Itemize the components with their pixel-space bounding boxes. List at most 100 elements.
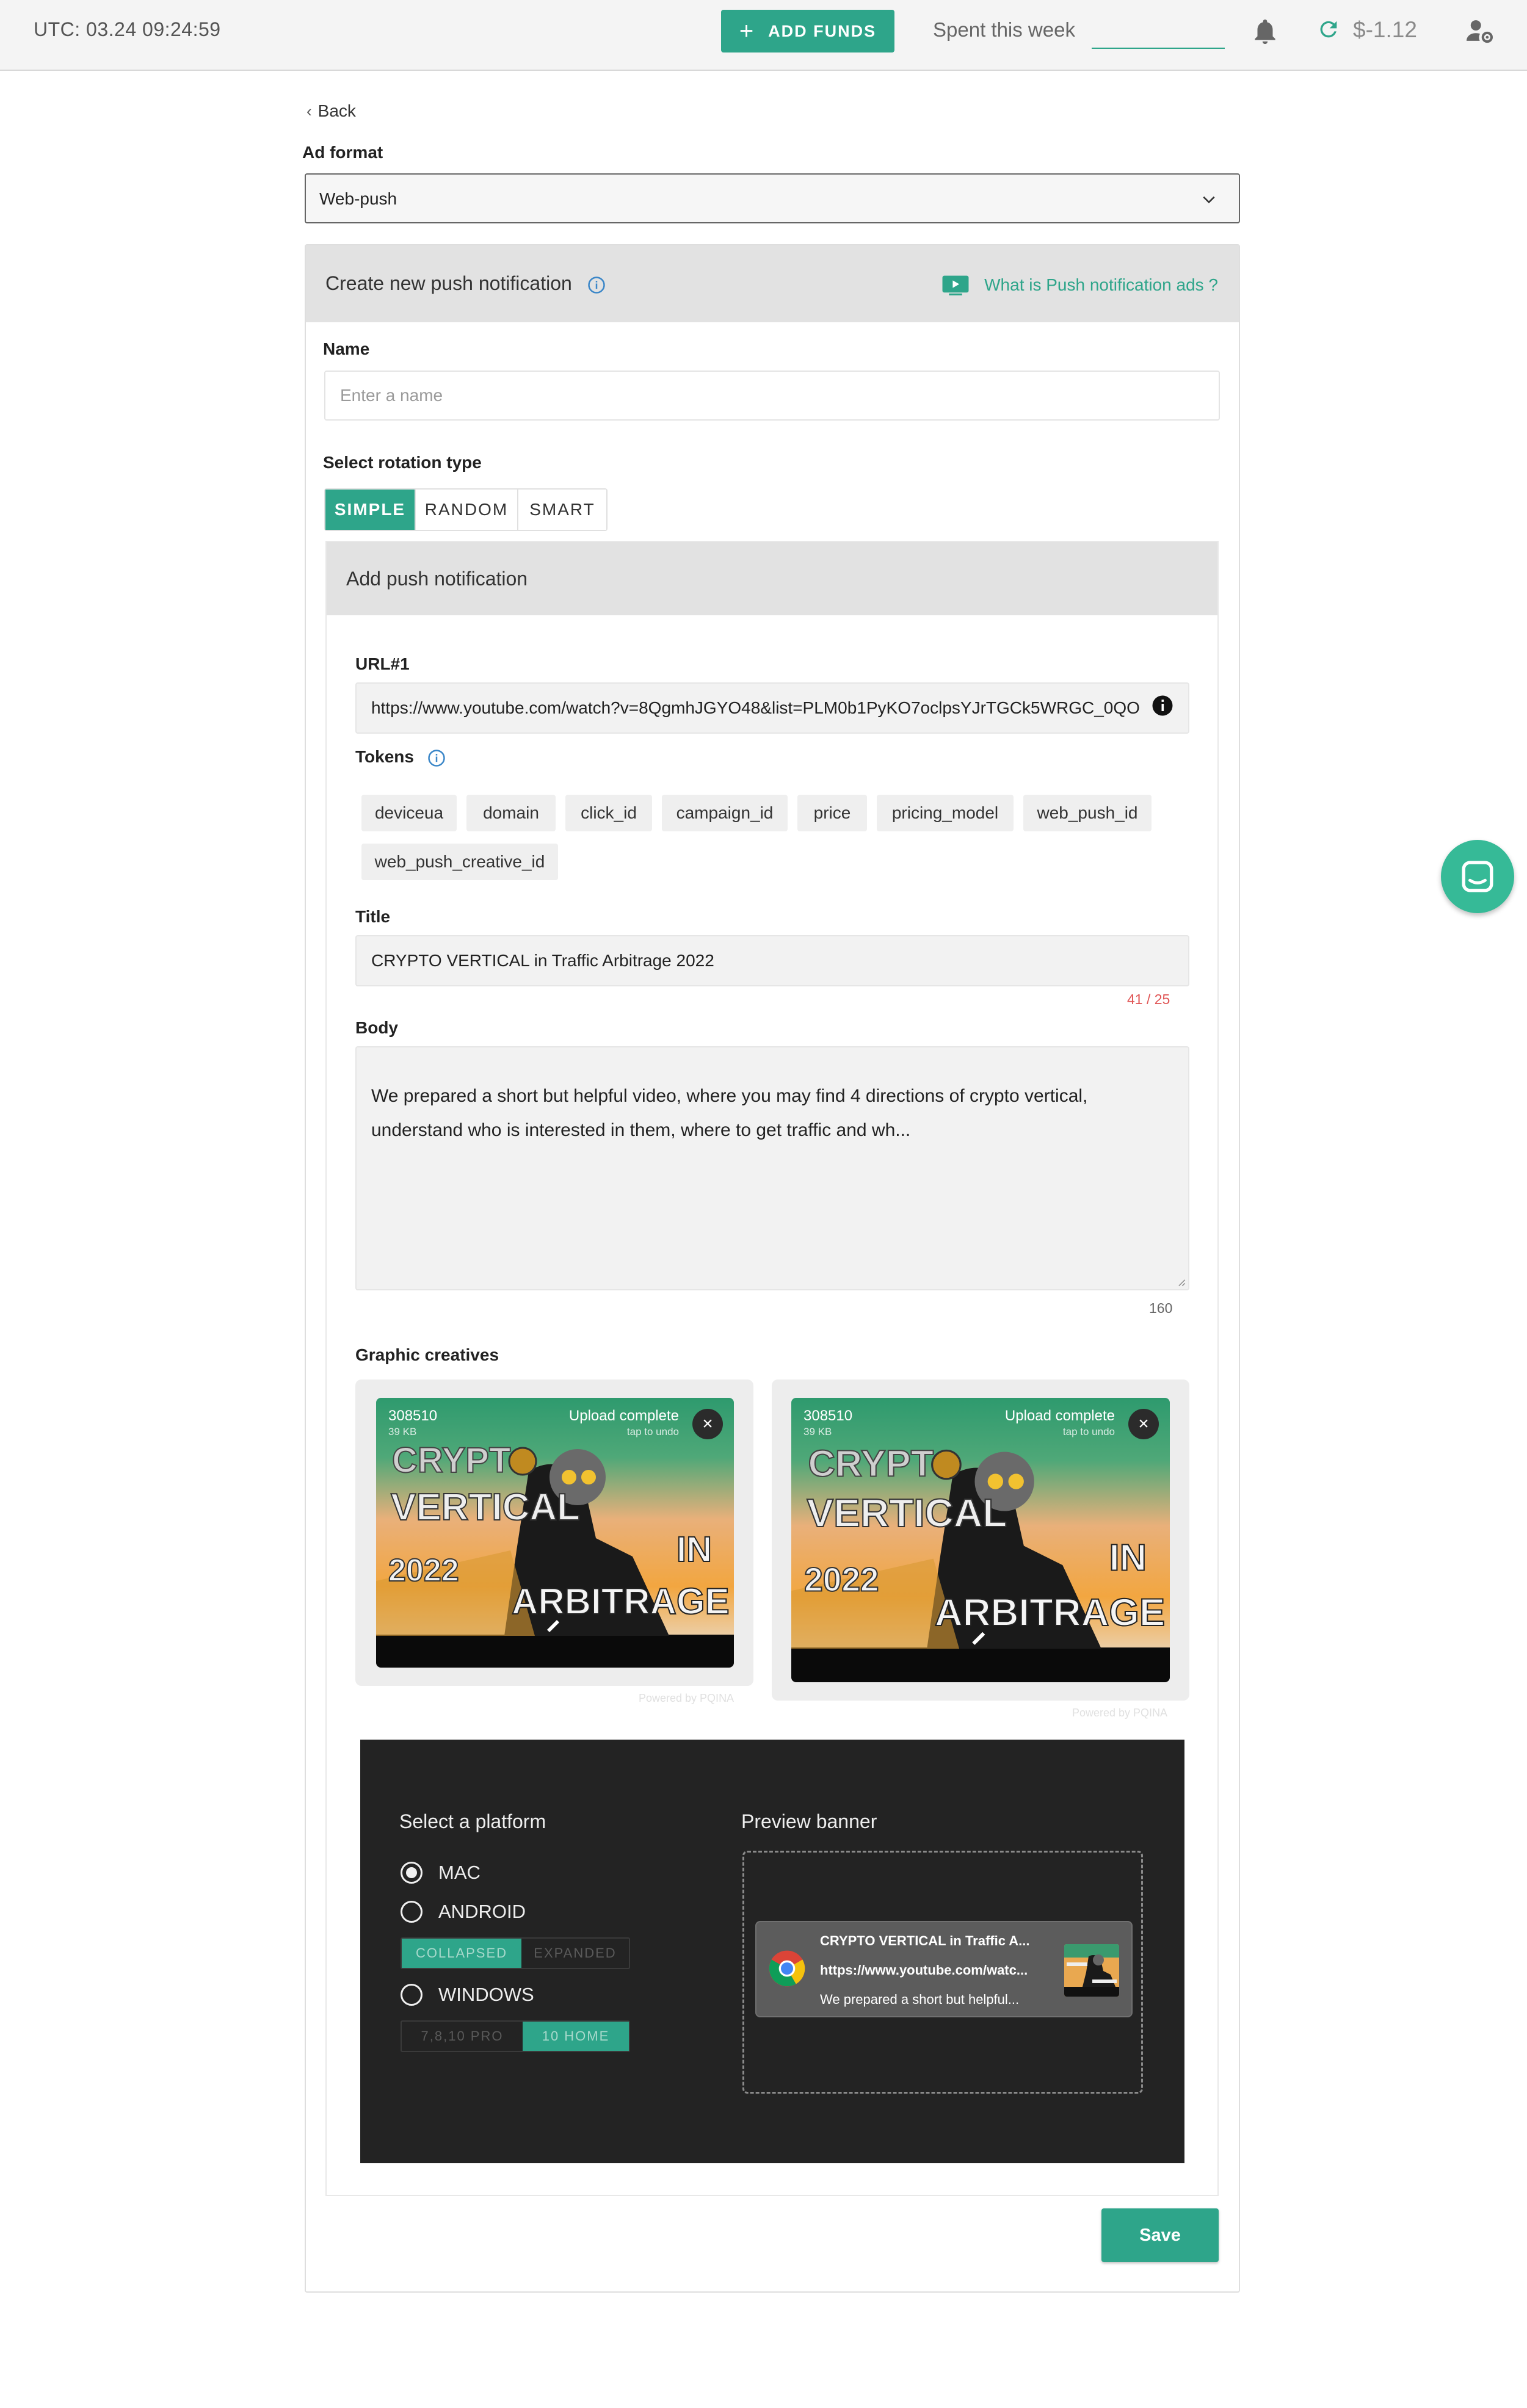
title-label: Title bbox=[355, 907, 391, 926]
body-value: We prepared a short but helpful video, w… bbox=[371, 1086, 1088, 1140]
powered-by-label: Powered by PQINA bbox=[1072, 1707, 1168, 1719]
info-icon[interactable] bbox=[427, 749, 446, 767]
creative-thumbnail: CRYPT VERTICAL 2022 IN ARBITRAGE bbox=[376, 1398, 734, 1668]
notification-preview: CRYPTO VERTICAL in Traffic A... https://… bbox=[755, 1921, 1133, 2017]
ad-format-label: Ad format bbox=[302, 143, 383, 162]
rotation-simple-button[interactable]: SIMPLE bbox=[325, 490, 416, 530]
platform-android-option[interactable]: ANDROID bbox=[401, 1901, 526, 1923]
token-chip[interactable]: domain bbox=[466, 795, 556, 831]
preview-banner-area: CRYPTO VERTICAL in Traffic A... https://… bbox=[742, 1851, 1143, 2094]
android-collapsed-button[interactable]: COLLAPSED bbox=[402, 1939, 521, 1968]
upload-undo-hint: tap to undo bbox=[1062, 1426, 1115, 1437]
token-chip[interactable]: deviceua bbox=[361, 795, 457, 831]
add-funds-button[interactable]: + ADD FUNDS bbox=[721, 10, 894, 52]
creative-image: CRYPT VERTICAL 2022 IN ARBITRAGE 308510 … bbox=[791, 1398, 1170, 1682]
token-chip[interactable]: price bbox=[797, 795, 867, 831]
preview-body: We prepared a short but helpful... bbox=[820, 1992, 1020, 2007]
windows-home-button[interactable]: 10 HOME bbox=[523, 2022, 629, 2051]
url-label: URL#1 bbox=[355, 654, 410, 673]
svg-text:CRYPT: CRYPT bbox=[808, 1443, 934, 1484]
token-chip[interactable]: web_push_creative_id bbox=[361, 844, 558, 880]
video-icon bbox=[942, 275, 969, 295]
svg-text:2022: 2022 bbox=[388, 1553, 459, 1588]
close-icon: × bbox=[702, 1414, 713, 1434]
chat-icon bbox=[1462, 861, 1493, 892]
platform-mac-option[interactable]: MAC bbox=[401, 1862, 481, 1884]
svg-text:2022: 2022 bbox=[804, 1560, 879, 1598]
top-bar: UTC: 03.24 09:24:59 + ADD FUNDS Spent th… bbox=[0, 0, 1527, 71]
ad-format-select[interactable]: Web-push bbox=[305, 173, 1240, 223]
rotation-smart-button[interactable]: SMART bbox=[518, 490, 606, 530]
back-label: Back bbox=[317, 101, 356, 120]
add-push-title: Add push notification bbox=[346, 568, 528, 590]
ad-format-value: Web-push bbox=[319, 189, 397, 208]
bell-icon[interactable] bbox=[1253, 18, 1277, 45]
back-link[interactable]: ‹ Back bbox=[306, 101, 356, 121]
android-expanded-button[interactable]: EXPANDED bbox=[521, 1939, 629, 1968]
spent-this-week-label: Spent this week bbox=[933, 18, 1075, 41]
creative-upload-1[interactable]: CRYPT VERTICAL 2022 IN ARBITRAGE 308510 … bbox=[355, 1379, 753, 1686]
title-char-counter: 41 / 25 bbox=[1127, 991, 1170, 1007]
refresh-icon[interactable] bbox=[1316, 17, 1341, 42]
user-settings-icon[interactable] bbox=[1465, 17, 1495, 44]
token-chip[interactable]: web_push_id bbox=[1023, 795, 1152, 831]
chevron-left-icon: ‹ bbox=[306, 101, 312, 120]
platform-preview-panel: Select a platform Preview banner MAC AND… bbox=[360, 1740, 1184, 2163]
token-chip[interactable]: click_id bbox=[565, 795, 652, 831]
upload-status-text: Upload complete bbox=[568, 1408, 679, 1424]
preview-thumbnail bbox=[1064, 1944, 1119, 1997]
windows-version-toggle: 7,8,10 PRO 10 HOME bbox=[401, 2020, 630, 2052]
radio-button[interactable] bbox=[401, 1984, 423, 2006]
balance-amount: $-1.12 bbox=[1353, 17, 1417, 42]
spent-this-week-value bbox=[1092, 48, 1225, 49]
name-input[interactable] bbox=[325, 372, 1219, 419]
remove-creative-button[interactable]: × bbox=[1128, 1409, 1159, 1439]
svg-text:CRYPT: CRYPT bbox=[392, 1441, 510, 1480]
creative-thumbnail: CRYPT VERTICAL 2022 IN ARBITRAGE bbox=[791, 1398, 1170, 1682]
upload-status-text: Upload complete bbox=[1004, 1408, 1115, 1424]
android-mode-toggle: COLLAPSED EXPANDED bbox=[401, 1937, 630, 1969]
body-textarea[interactable]: We prepared a short but helpful video, w… bbox=[355, 1046, 1189, 1290]
rotation-type-label: Select rotation type bbox=[323, 453, 482, 472]
preview-title: CRYPTO VERTICAL in Traffic A... bbox=[820, 1933, 1030, 1948]
info-icon[interactable] bbox=[587, 276, 606, 294]
resize-handle-icon[interactable] bbox=[1177, 1278, 1186, 1287]
creative-upload-2[interactable]: CRYPT VERTICAL 2022 IN ARBITRAGE 308510 … bbox=[772, 1379, 1189, 1701]
add-funds-label: ADD FUNDS bbox=[768, 21, 877, 40]
select-platform-title: Select a platform bbox=[399, 1810, 546, 1832]
preview-banner-title: Preview banner bbox=[741, 1810, 877, 1832]
tokens-label: Tokens bbox=[355, 747, 446, 767]
token-chip[interactable]: pricing_model bbox=[877, 795, 1014, 831]
chat-button[interactable] bbox=[1441, 840, 1514, 913]
svg-text:VERTICAL: VERTICAL bbox=[391, 1486, 580, 1528]
title-field[interactable]: CRYPTO VERTICAL in Traffic Arbitrage 202… bbox=[355, 935, 1189, 986]
save-button[interactable]: Save bbox=[1101, 2208, 1219, 2262]
chevron-down-icon bbox=[1203, 196, 1215, 204]
platform-windows-label: WINDOWS bbox=[438, 1984, 534, 2005]
platform-windows-option[interactable]: WINDOWS bbox=[401, 1984, 534, 2006]
title-value: CRYPTO VERTICAL in Traffic Arbitrage 202… bbox=[371, 951, 714, 970]
rotation-random-button[interactable]: RANDOM bbox=[416, 490, 518, 530]
name-field[interactable] bbox=[324, 371, 1220, 421]
info-icon[interactable] bbox=[1152, 695, 1173, 717]
graphic-creatives-label: Graphic creatives bbox=[355, 1345, 499, 1364]
upload-status: Upload complete tap to undo bbox=[569, 1408, 679, 1438]
token-chip[interactable]: campaign_id bbox=[662, 795, 788, 831]
windows-pro-button[interactable]: 7,8,10 PRO bbox=[402, 2022, 523, 2051]
plus-icon: + bbox=[739, 18, 754, 45]
url-value: https://www.youtube.com/watch?v=8QgmhJGY… bbox=[371, 698, 1141, 717]
card-title: Create new push notification bbox=[325, 272, 572, 294]
creative-id: 308510 bbox=[803, 1408, 853, 1424]
svg-text:IN: IN bbox=[1109, 1537, 1147, 1578]
radio-button[interactable] bbox=[401, 1862, 423, 1884]
powered-by-label: Powered by PQINA bbox=[639, 1692, 734, 1704]
creative-id: 308510 bbox=[388, 1408, 438, 1424]
close-icon: × bbox=[1138, 1414, 1149, 1434]
card-header: Create new push notification What is Pus… bbox=[306, 245, 1239, 322]
remove-creative-button[interactable]: × bbox=[692, 1409, 723, 1439]
what-is-push-link[interactable]: What is Push notification ads ? bbox=[941, 275, 1218, 295]
url-field[interactable]: https://www.youtube.com/watch?v=8QgmhJGY… bbox=[355, 682, 1189, 734]
chrome-icon bbox=[769, 1950, 805, 1987]
radio-button[interactable] bbox=[401, 1901, 423, 1923]
creative-size: 39 KB bbox=[803, 1426, 832, 1437]
